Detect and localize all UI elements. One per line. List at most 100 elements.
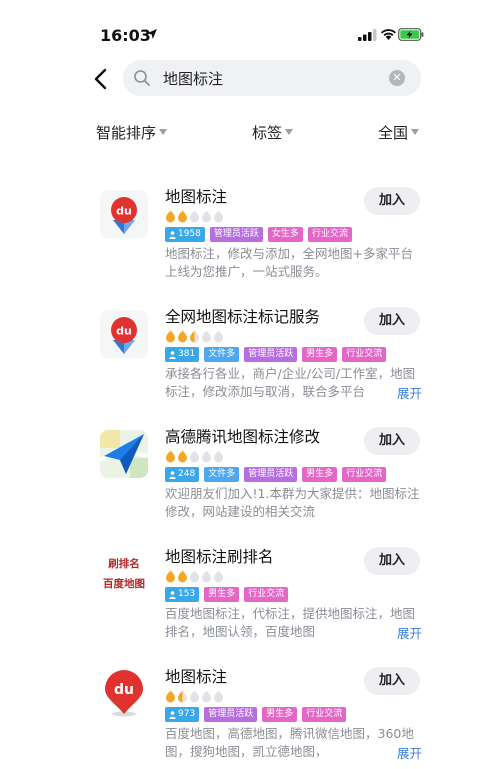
flame-icon [202,450,211,463]
description-fade [368,383,394,401]
group-title: 地图标注 [165,188,228,206]
person-icon [169,230,176,239]
tag-label: 男生多 [302,467,338,482]
member-count: 153 [178,589,196,599]
join-button[interactable]: 加入 [364,547,420,575]
location-arrow-icon [147,29,157,39]
group-list-item[interactable]: 刷排名 百度地图 地图标注刷排名 加入 153 男生多 行业交流 百度地图标注，… [0,540,497,660]
search-input[interactable] [163,67,383,89]
member-count-badge: 248 [165,467,200,482]
member-count: 973 [178,709,196,719]
description-fade [368,623,394,641]
wifi-icon [381,29,396,40]
svg-text:du: du [114,682,134,698]
flame-icon [166,330,175,343]
tag-label: 女生多 [267,227,303,242]
flame-icon [166,450,175,463]
join-button[interactable]: 加入 [364,427,420,455]
group-title: 地图标注 [165,668,228,686]
expand-link[interactable]: 展开 [393,623,423,642]
expand-link[interactable]: 展开 [393,743,423,762]
tag-label: 行业交流 [342,467,387,482]
dropdown-triangle-icon [159,129,168,135]
join-button[interactable]: 加入 [364,187,420,215]
member-count: 381 [178,349,196,359]
filter-bar: 智能排序 标签 全国 [0,122,497,146]
search-header: ✕ [0,60,497,100]
tag-label: 行业交流 [307,227,352,242]
flame-icon [178,210,187,223]
join-button[interactable]: 加入 [364,667,420,695]
heat-rating [165,329,224,343]
member-count-badge: 973 [165,707,200,722]
join-button[interactable]: 加入 [364,307,420,335]
flame-half-icon [190,330,199,343]
clear-search-icon[interactable]: ✕ [389,70,405,86]
group-avatar: du [100,310,148,358]
cellular-signal-icon [358,29,377,41]
baidu-pin-logo-icon: du [100,670,148,718]
baidu-map-logo-icon: du [100,310,148,358]
flame-icon [190,450,199,463]
group-description: 地图标注，修改与添加，全网地图+多家平台上线为您推广，一站式服务。 [165,246,413,279]
flame-icon [214,690,223,703]
tag-label: 行业交流 [342,347,387,362]
tag-label: 管理员活跃 [209,227,263,242]
flame-icon [190,210,199,223]
dropdown-triangle-icon [285,129,294,135]
tag-label: 行业交流 [244,587,289,602]
person-icon [169,470,176,479]
flame-icon [190,570,199,583]
tag-label: 管理员活跃 [244,347,298,362]
flame-icon [202,210,211,223]
filter-sort[interactable]: 智能排序 [96,122,168,143]
description-fade [368,743,394,761]
expand-link[interactable]: 展开 [393,383,423,402]
person-icon [169,590,176,599]
heat-rating [165,449,224,463]
filter-sort-label: 智能排序 [96,124,157,142]
flame-icon [178,450,187,463]
amap-logo-icon [100,430,148,478]
member-count: 248 [178,469,196,479]
filter-tags-label: 标签 [252,124,283,142]
flame-half-icon [178,690,187,703]
tag-label: 文件多 [204,347,240,362]
flame-icon [202,690,211,703]
tag-label: 男生多 [204,587,240,602]
flame-icon [202,330,211,343]
flame-icon [190,690,199,703]
filter-tags[interactable]: 标签 [252,122,294,143]
back-arrow-icon[interactable] [90,66,112,92]
tag-label: 管理员活跃 [204,707,258,722]
flame-icon [178,330,187,343]
filter-region-label: 全国 [378,124,409,142]
group-avatar: 刷排名 百度地图 [100,550,148,598]
group-tags: 973 管理员活跃 男生多 行业交流 [165,707,347,722]
group-avatar: du [100,670,148,718]
text-logo-line: 刷排名 [108,558,140,570]
tag-label: 男生多 [262,707,298,722]
search-box[interactable]: ✕ [123,60,421,96]
group-list-item[interactable]: 高德腾讯地图标注修改 加入 248 文件多 管理员活跃 男生多 行业交流 欢迎朋… [0,420,497,540]
group-tags: 381 文件多 管理员活跃 男生多 行业交流 [165,347,387,362]
filter-region[interactable]: 全国 [378,122,420,143]
group-title: 地图标注刷排名 [165,548,274,566]
text-logo-line: 百度地图 [103,578,145,590]
tag-label: 文件多 [204,467,240,482]
flame-icon [214,450,223,463]
group-list-item[interactable]: du 全网地图标注标记服务 加入 381 文件多 管理员活跃 男生多 行业交流 … [0,300,497,420]
flame-icon [166,690,175,703]
tag-label: 男生多 [302,347,338,362]
group-tags: 248 文件多 管理员活跃 男生多 行业交流 [165,467,387,482]
member-count-badge: 1958 [165,227,205,242]
group-avatar [100,430,148,478]
person-icon [169,710,176,719]
svg-text:du: du [116,325,132,338]
group-tags: 153 男生多 行业交流 [165,587,289,602]
text-logo: 刷排名 百度地图 [100,550,148,598]
search-icon [134,70,150,86]
group-list-item[interactable]: du 地图标注 加入 1958 管理员活跃 女生多 行业交流 地图标注，修改与添… [0,180,497,300]
flame-icon [214,330,223,343]
group-list-item[interactable]: du 地图标注 加入 973 管理员活跃 男生多 行业交流 百度地图，高德地图，… [0,660,497,769]
